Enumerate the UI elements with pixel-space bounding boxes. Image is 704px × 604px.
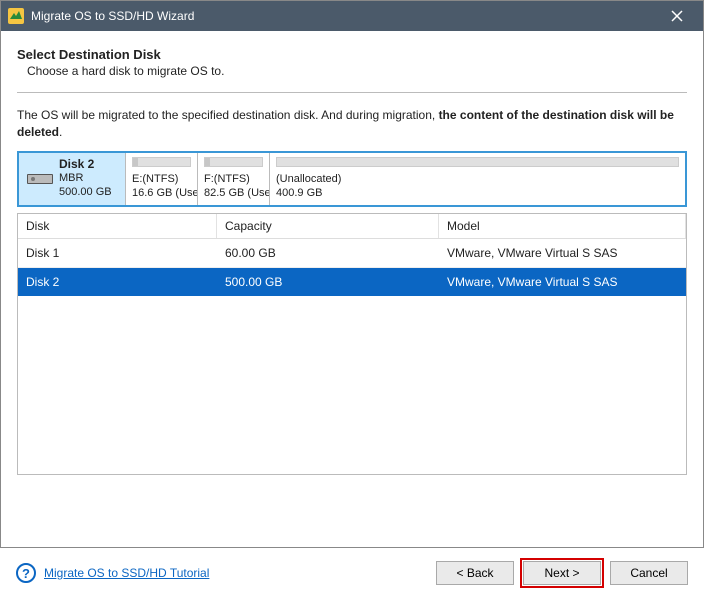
page-subtitle: Choose a hard disk to migrate OS to. <box>27 64 687 78</box>
table-body: Disk 160.00 GBVMware, VMware Virtual S S… <box>18 239 686 296</box>
table-row[interactable]: Disk 2500.00 GBVMware, VMware Virtual S … <box>18 268 686 296</box>
disk-table: Disk Capacity Model Disk 160.00 GBVMware… <box>17 213 687 475</box>
table-header: Disk Capacity Model <box>18 214 686 239</box>
warning-text: The OS will be migrated to the specified… <box>17 107 687 141</box>
titlebar: Migrate OS to SSD/HD Wizard <box>1 1 703 31</box>
disk-name: Disk 2 <box>59 157 112 172</box>
th-capacity[interactable]: Capacity <box>217 214 439 238</box>
divider <box>17 92 687 93</box>
partition-label: E:(NTFS) <box>132 173 191 187</box>
cell-capacity: 60.00 GB <box>217 239 439 267</box>
disk-layout-box: Disk 2 MBR 500.00 GB E:(NTFS)16.6 GB (Us… <box>17 151 687 207</box>
close-icon <box>671 10 683 22</box>
wizard-content: Select Destination Disk Choose a hard di… <box>1 31 703 475</box>
disk-size: 500.00 GB <box>59 186 112 200</box>
partition[interactable]: (Unallocated)400.9 GB <box>269 153 685 205</box>
partitions-container: E:(NTFS)16.6 GB (UsedF:(NTFS)82.5 GB (Us… <box>125 153 685 205</box>
th-model[interactable]: Model <box>439 214 686 238</box>
table-row[interactable]: Disk 160.00 GBVMware, VMware Virtual S S… <box>18 239 686 268</box>
footer: ? Migrate OS to SSD/HD Tutorial < Back N… <box>0 547 704 604</box>
partition-bar <box>132 157 191 168</box>
window-title: Migrate OS to SSD/HD Wizard <box>31 9 657 23</box>
partition[interactable]: F:(NTFS)82.5 GB (Used <box>197 153 269 205</box>
partition-label: (Unallocated) <box>276 173 679 187</box>
partition-bar <box>204 157 263 168</box>
tutorial-link[interactable]: Migrate OS to SSD/HD Tutorial <box>44 566 209 580</box>
cell-capacity: 500.00 GB <box>217 268 439 296</box>
next-button[interactable]: Next > <box>523 561 601 585</box>
th-disk[interactable]: Disk <box>18 214 217 238</box>
svg-text:?: ? <box>22 566 30 581</box>
partition-bar <box>276 157 679 168</box>
partition-detail: 400.9 GB <box>276 187 679 201</box>
cell-model: VMware, VMware Virtual S SAS <box>439 268 686 296</box>
disk-style: MBR <box>59 172 112 186</box>
warning-prefix: The OS will be migrated to the specified… <box>17 108 439 122</box>
partition-detail: 16.6 GB (Used <box>132 187 191 201</box>
page-title: Select Destination Disk <box>17 47 687 62</box>
disk-header-info: Disk 2 MBR 500.00 GB <box>59 157 112 200</box>
app-icon <box>7 7 25 25</box>
close-button[interactable] <box>657 1 697 31</box>
partition-label: F:(NTFS) <box>204 173 263 187</box>
partition[interactable]: E:(NTFS)16.6 GB (Used <box>125 153 197 205</box>
partition-detail: 82.5 GB (Used <box>204 187 263 201</box>
back-button[interactable]: < Back <box>436 561 514 585</box>
next-button-highlight: Next > <box>520 558 604 588</box>
cell-model: VMware, VMware Virtual S SAS <box>439 239 686 267</box>
help-icon[interactable]: ? <box>16 563 36 583</box>
cell-disk: Disk 2 <box>18 268 217 296</box>
warning-suffix: . <box>59 125 62 139</box>
cell-disk: Disk 1 <box>18 239 217 267</box>
cancel-button[interactable]: Cancel <box>610 561 688 585</box>
hard-disk-icon <box>27 172 53 186</box>
disk-header[interactable]: Disk 2 MBR 500.00 GB <box>19 153 125 205</box>
